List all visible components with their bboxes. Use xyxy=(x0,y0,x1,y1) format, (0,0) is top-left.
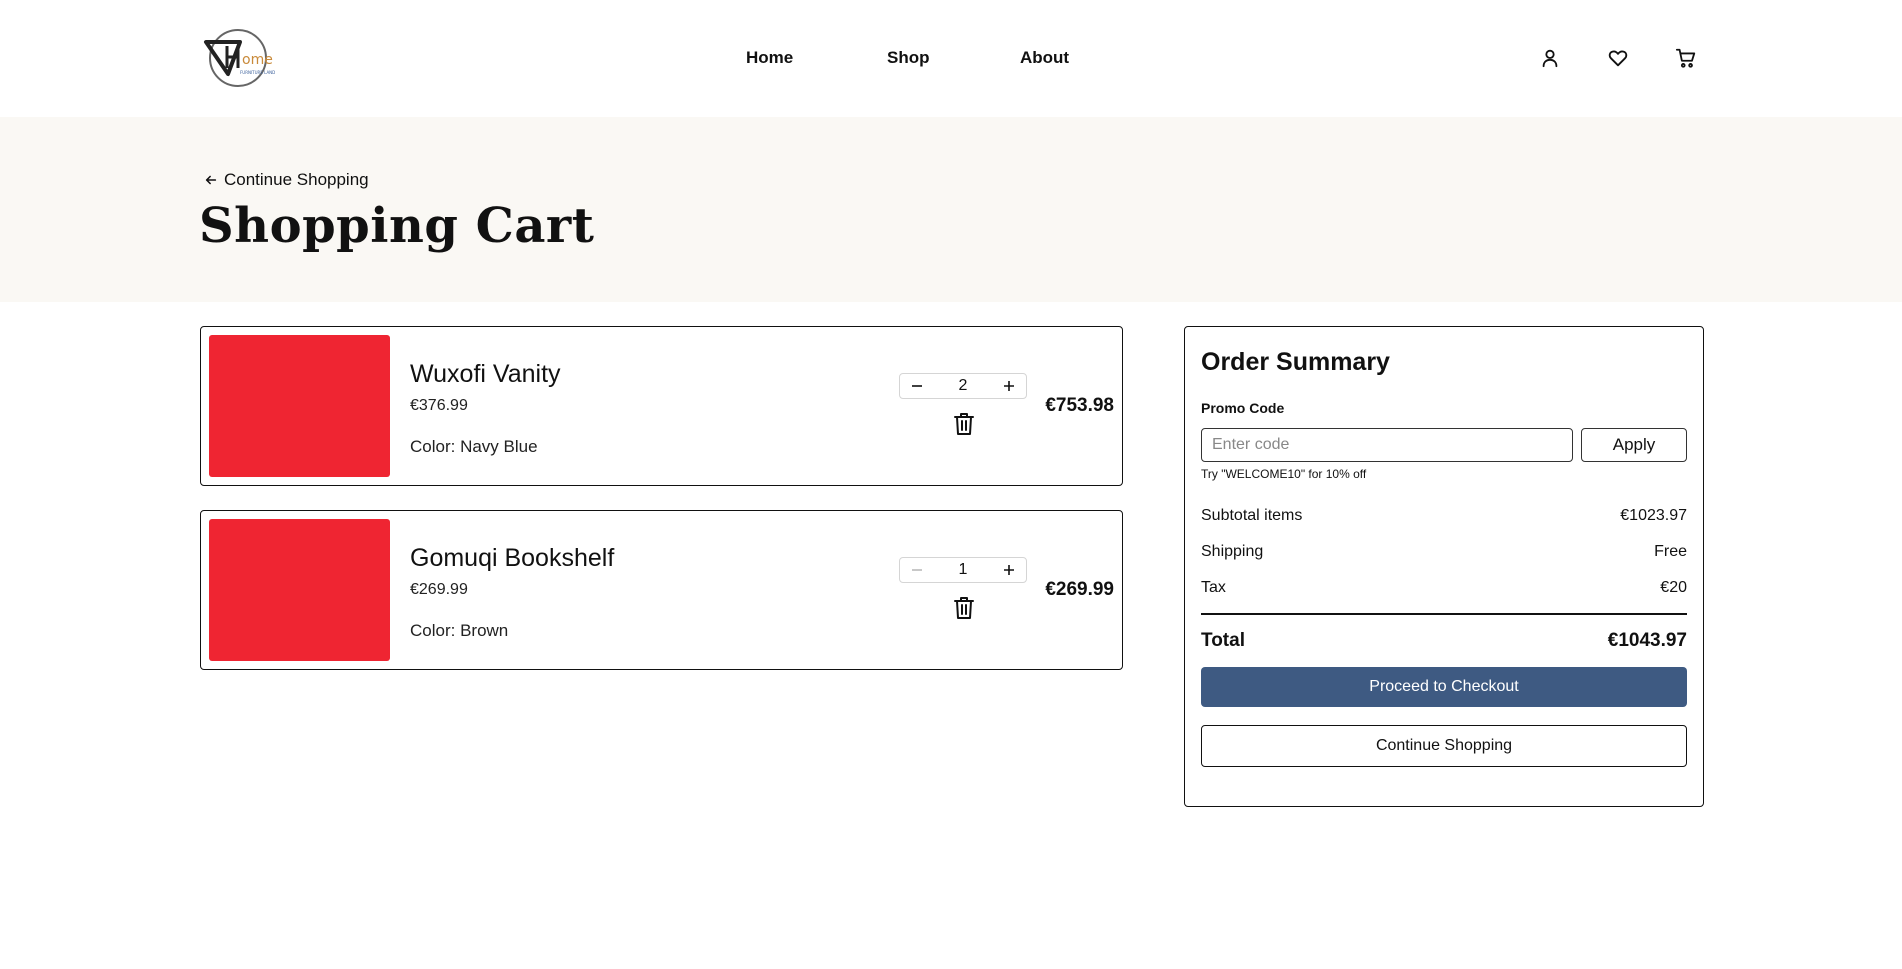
subtotal-value: €1023.97 xyxy=(1620,507,1687,524)
tax-value: €20 xyxy=(1660,579,1687,596)
trash-icon[interactable] xyxy=(952,595,976,621)
page-title: Shopping Cart xyxy=(199,198,595,254)
subtotal-label: Subtotal items xyxy=(1201,507,1303,524)
product-image[interactable] xyxy=(209,519,390,661)
unit-price: €269.99 xyxy=(410,581,468,598)
total-value: €1043.97 xyxy=(1607,630,1687,651)
line-total: €753.98 xyxy=(1045,395,1114,416)
quantity-input[interactable] xyxy=(943,377,983,395)
quantity-stepper xyxy=(899,373,1027,399)
total-label: Total xyxy=(1201,630,1245,651)
promo-hint: Try "WELCOME10" for 10% off xyxy=(1201,467,1367,481)
nav-shop[interactable]: Shop xyxy=(887,48,930,68)
summary-divider xyxy=(1201,613,1687,615)
product-name[interactable]: Wuxofi Vanity xyxy=(410,360,561,389)
minus-icon xyxy=(912,569,922,571)
product-color: Color: Brown xyxy=(410,621,509,640)
subtotal-row: Subtotal items €1023.97 xyxy=(1201,507,1687,525)
minus-icon xyxy=(912,385,922,387)
unit-price: €376.99 xyxy=(410,397,468,414)
continue-shopping-button[interactable]: Continue Shopping xyxy=(1201,725,1687,767)
cart-item: Wuxofi Vanity €376.99 Color: Navy Blue €… xyxy=(200,326,1123,486)
tax-row: Tax €20 xyxy=(1201,579,1687,597)
product-color: Color: Navy Blue xyxy=(410,437,538,456)
site-header: ome FURNITURE LAND Home Shop About xyxy=(0,0,1902,117)
plus-icon xyxy=(1004,565,1014,575)
svg-text:FURNITURE LAND: FURNITURE LAND xyxy=(240,70,275,75)
shipping-label: Shipping xyxy=(1201,543,1264,560)
back-link-label: Continue Shopping xyxy=(224,170,369,189)
shipping-row: Shipping Free xyxy=(1201,543,1687,561)
heart-icon[interactable] xyxy=(1607,47,1629,69)
order-summary-title: Order Summary xyxy=(1201,348,1390,376)
trash-icon[interactable] xyxy=(952,411,976,437)
product-image[interactable] xyxy=(209,335,390,477)
tax-label: Tax xyxy=(1201,579,1226,596)
decrease-quantity-button[interactable] xyxy=(908,561,926,579)
plus-icon xyxy=(1004,381,1014,391)
increase-quantity-button[interactable] xyxy=(1000,561,1018,579)
increase-quantity-button[interactable] xyxy=(1000,377,1018,395)
quantity-input[interactable] xyxy=(943,561,983,579)
arrow-left-icon xyxy=(205,175,217,185)
promo-code-input[interactable] xyxy=(1201,428,1573,462)
cart-item: Gomuqi Bookshelf €269.99 Color: Brown €2… xyxy=(200,510,1123,670)
user-icon[interactable] xyxy=(1539,47,1561,69)
logo[interactable]: ome FURNITURE LAND xyxy=(200,24,280,90)
promo-code-label: Promo Code xyxy=(1201,400,1285,416)
quantity-stepper xyxy=(899,557,1027,583)
nav-about[interactable]: About xyxy=(1020,48,1069,68)
cart-icon[interactable] xyxy=(1675,47,1697,69)
product-name[interactable]: Gomuqi Bookshelf xyxy=(410,544,614,573)
back-link[interactable]: Continue Shopping xyxy=(204,170,369,190)
order-summary: Order Summary Promo Code Apply Try "WELC… xyxy=(1184,326,1704,807)
apply-promo-button[interactable]: Apply xyxy=(1581,428,1687,462)
svg-text:ome: ome xyxy=(242,52,273,68)
line-total: €269.99 xyxy=(1045,579,1114,600)
checkout-button[interactable]: Proceed to Checkout xyxy=(1201,667,1687,707)
nav-home[interactable]: Home xyxy=(746,48,793,68)
total-row: Total €1043.97 xyxy=(1201,630,1687,652)
decrease-quantity-button[interactable] xyxy=(908,377,926,395)
logo-icon: ome FURNITURE LAND xyxy=(204,29,275,87)
shipping-value: Free xyxy=(1654,543,1687,560)
